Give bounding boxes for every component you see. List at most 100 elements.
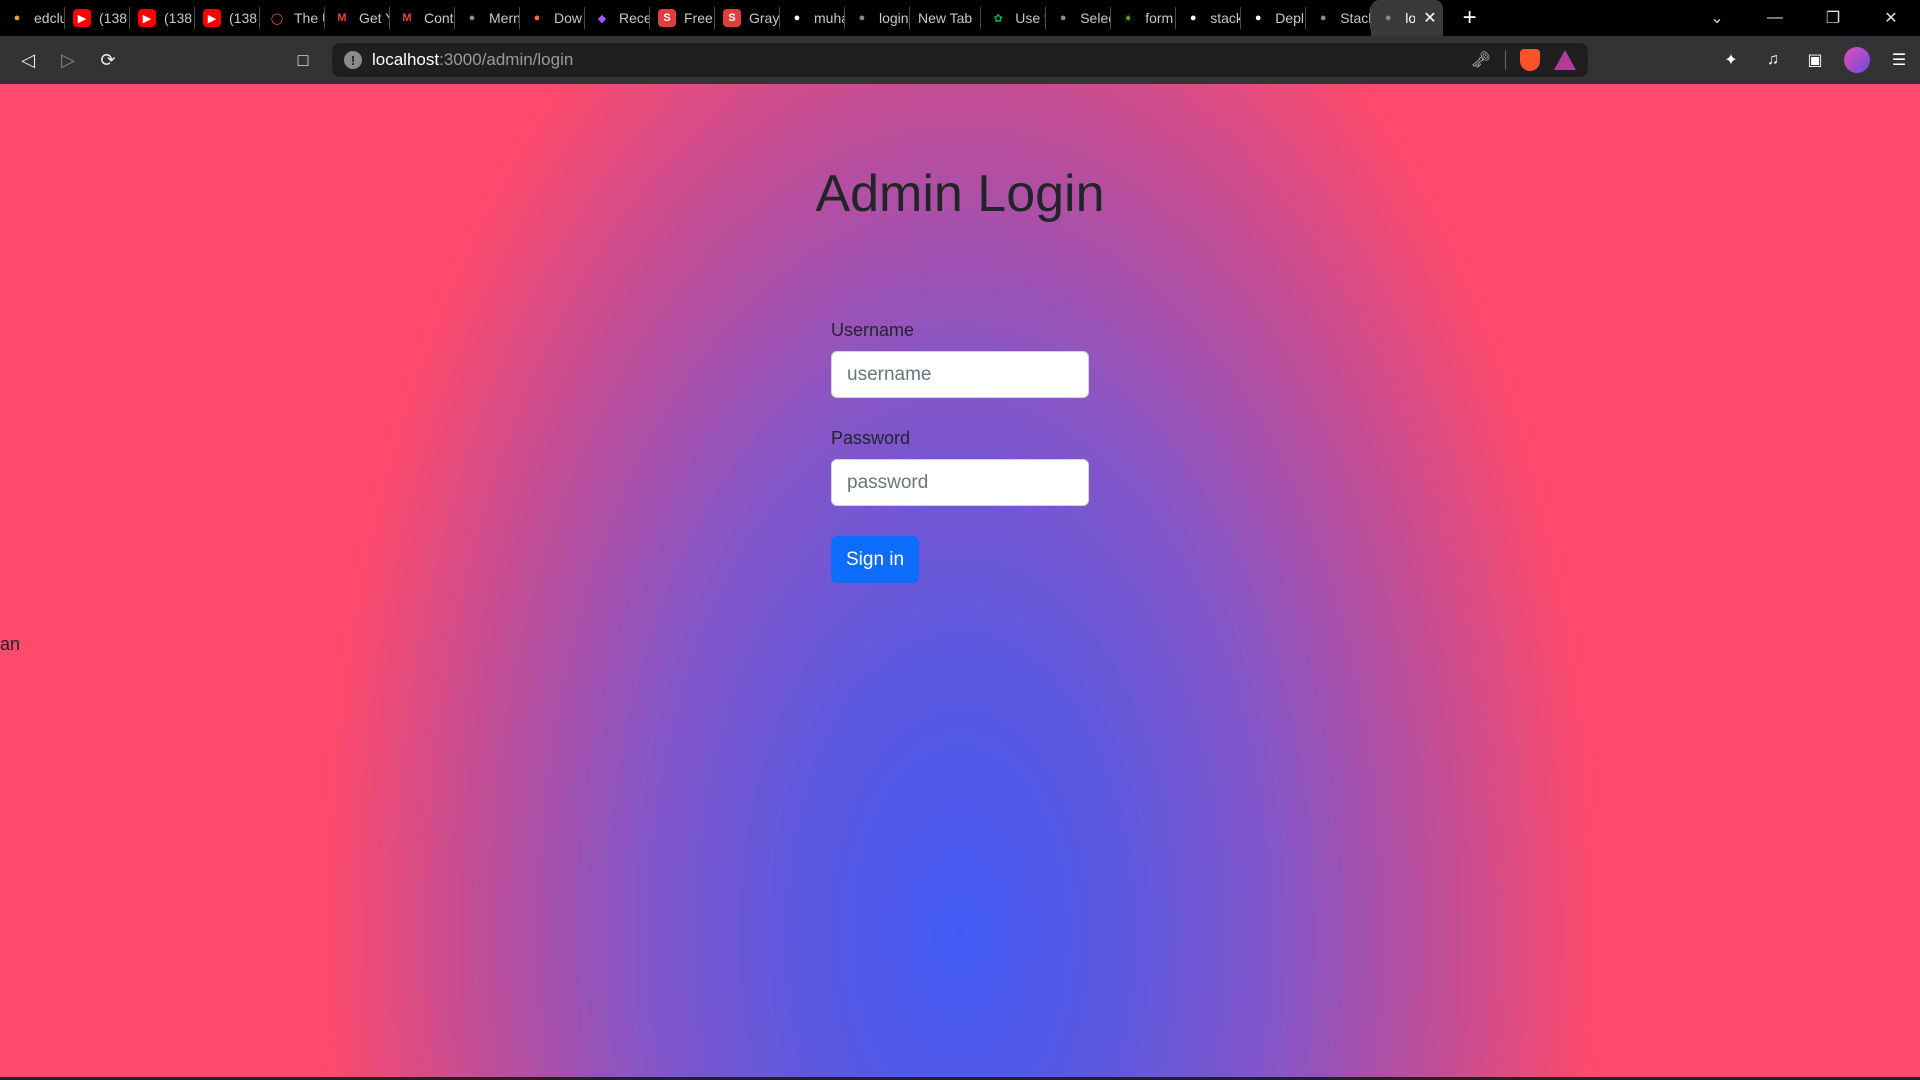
wallet-icon[interactable]: ▣ bbox=[1794, 50, 1836, 70]
stray-text: an bbox=[0, 634, 21, 654]
s-icon: S bbox=[658, 9, 676, 27]
password-label: Password bbox=[831, 428, 911, 448]
tab-title: Recer bbox=[619, 10, 649, 26]
brave-shields-icon[interactable] bbox=[1520, 49, 1540, 71]
browser-tab[interactable]: ● Depl bbox=[1241, 7, 1307, 29]
window-controls: ⌄ — ❐ ✕ bbox=[1688, 0, 1920, 36]
browser-tab[interactable]: S Free bbox=[650, 7, 715, 29]
tab-title: Mern bbox=[489, 10, 519, 26]
site-info-icon[interactable]: ! bbox=[344, 51, 362, 69]
gmail-icon: M bbox=[337, 12, 347, 24]
reload-button[interactable]: ⟳ bbox=[88, 40, 128, 80]
username-input[interactable] bbox=[831, 351, 1089, 398]
tab-title: muha bbox=[814, 10, 844, 26]
page-title: Admin Login bbox=[815, 165, 1105, 223]
browser-tab[interactable]: ● edclu bbox=[0, 7, 65, 29]
globe-icon: ● bbox=[1059, 12, 1067, 24]
browser-tab[interactable]: S Gray bbox=[715, 7, 780, 29]
tab-title: edclu bbox=[34, 10, 64, 26]
media-playlist-icon[interactable]: ♫ bbox=[1752, 51, 1794, 69]
browser-tab[interactable]: ● Stack bbox=[1306, 7, 1372, 29]
tab-search-chevron-icon[interactable]: ⌄ bbox=[1688, 8, 1746, 28]
ring-icon: ◯ bbox=[270, 12, 284, 25]
close-window-button[interactable]: ✕ bbox=[1862, 8, 1920, 28]
github-icon: ● bbox=[793, 12, 801, 24]
username-label: Username bbox=[831, 320, 915, 340]
tab-title: stack bbox=[1210, 10, 1241, 26]
browser-tab[interactable]: New Tab bbox=[910, 7, 982, 29]
s-icon: S bbox=[723, 9, 741, 27]
active-tab[interactable]: ● lo ✕ bbox=[1371, 0, 1443, 36]
tab-title: (138 bbox=[164, 10, 193, 26]
browser-tab[interactable]: ● Dow bbox=[520, 7, 585, 29]
login-form: Username Password Sign in bbox=[831, 320, 1089, 583]
forward-button[interactable]: ▷ bbox=[48, 40, 88, 80]
new-tab-button[interactable]: + bbox=[1463, 4, 1477, 32]
tab-title: Dow bbox=[554, 10, 583, 26]
login-page: Admin Login Username Password Sign in an bbox=[0, 84, 1920, 1077]
tab-title: (138 bbox=[229, 10, 258, 26]
address-bar[interactable]: ! localhost:3000/admin/login 🗝 bbox=[332, 43, 1588, 77]
tab-title: Gray bbox=[749, 10, 779, 26]
sign-in-button[interactable]: Sign in bbox=[831, 536, 920, 583]
url-text[interactable]: localhost:3000/admin/login bbox=[372, 50, 573, 70]
tab-title: Use t bbox=[1015, 10, 1046, 26]
firefox-icon: ● bbox=[533, 12, 541, 24]
browser-toolbar: ◁ ▷ ⟳ □ ! localhost:3000/admin/login 🗝 ✦… bbox=[0, 36, 1920, 84]
tab-title: Selec bbox=[1080, 10, 1110, 26]
browser-tab[interactable]: ● Selec bbox=[1046, 7, 1112, 29]
menu-icon[interactable]: ☰ bbox=[1878, 50, 1920, 70]
tab-title: Stack bbox=[1340, 10, 1370, 26]
tab-strip: ● edclu ▶ (138 ▶ (138 ▶ (138 ◯ The U M Get Y M Cont ● M… bbox=[0, 0, 1477, 36]
close-tab-icon[interactable]: ✕ bbox=[1423, 8, 1436, 28]
browser-tab[interactable]: ● stack bbox=[1176, 7, 1242, 29]
browser-tab[interactable]: ✴ form bbox=[1111, 7, 1177, 29]
divider bbox=[1505, 50, 1506, 70]
browser-tab[interactable]: ◆ Recer bbox=[585, 7, 650, 29]
youtube-icon: ▶ bbox=[138, 9, 156, 27]
tab-title: Get Y bbox=[359, 10, 389, 26]
tab-title: Depl bbox=[1275, 10, 1305, 26]
browser-tab[interactable]: M Cont bbox=[390, 7, 455, 29]
globe-icon: ● bbox=[468, 12, 476, 24]
firefox-nightly-icon: ● bbox=[13, 12, 21, 24]
browser-tab[interactable]: ● Mern bbox=[455, 7, 520, 29]
globe-icon: ● bbox=[1319, 12, 1327, 24]
github-icon: ● bbox=[1254, 12, 1262, 24]
gmail-icon: M bbox=[402, 12, 412, 24]
youtube-icon: ▶ bbox=[203, 9, 221, 27]
back-button[interactable]: ◁ bbox=[8, 40, 48, 80]
globe-icon: ● bbox=[858, 12, 866, 24]
password-key-icon[interactable]: 🗝 bbox=[1471, 50, 1491, 70]
minimize-button[interactable]: — bbox=[1746, 9, 1804, 27]
browser-tab[interactable]: ● muha bbox=[780, 7, 845, 29]
restore-button[interactable]: ❐ bbox=[1804, 8, 1862, 28]
tab-title: lo bbox=[1405, 10, 1416, 26]
tab-title: Cont bbox=[424, 10, 454, 26]
tab-title: (138 bbox=[99, 10, 128, 26]
github-icon: ● bbox=[1189, 12, 1197, 24]
tab-title: The U bbox=[294, 10, 324, 26]
tab-title: Free bbox=[684, 10, 713, 26]
browser-tab[interactable]: ▶ (138 bbox=[130, 7, 195, 29]
password-input[interactable] bbox=[831, 459, 1089, 506]
browser-tab[interactable]: ▶ (138 bbox=[195, 7, 260, 29]
sparkle-icon: ✴ bbox=[1123, 12, 1133, 25]
youtube-icon: ▶ bbox=[73, 9, 91, 27]
globe-icon: ● bbox=[1384, 12, 1392, 24]
figma-icon: ◆ bbox=[597, 12, 607, 25]
browser-tab[interactable]: ◯ The U bbox=[260, 7, 325, 29]
browser-tab[interactable]: M Get Y bbox=[325, 7, 390, 29]
bookmark-button[interactable]: □ bbox=[283, 40, 323, 80]
tab-title: form bbox=[1145, 10, 1174, 26]
tab-title: login bbox=[879, 10, 909, 26]
browser-tab[interactable]: ✿ Use t bbox=[981, 7, 1047, 29]
tab-bar: ● edclu ▶ (138 ▶ (138 ▶ (138 ◯ The U M Get Y M Cont ● M… bbox=[0, 0, 1920, 36]
browser-tab[interactable]: ● login bbox=[845, 7, 910, 29]
profile-avatar[interactable] bbox=[1836, 47, 1878, 73]
browser-tab[interactable]: ▶ (138 bbox=[65, 7, 130, 29]
brave-rewards-icon[interactable] bbox=[1554, 50, 1576, 70]
tab-title: New Tab bbox=[918, 10, 973, 26]
extensions-icon[interactable]: ✦ bbox=[1710, 50, 1752, 70]
mongodb-leaf-icon: ✿ bbox=[993, 12, 1003, 25]
